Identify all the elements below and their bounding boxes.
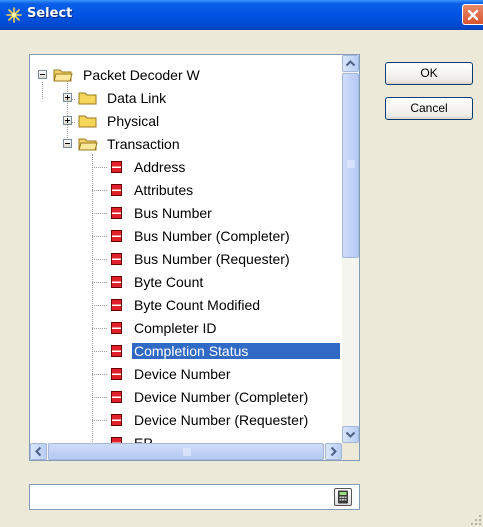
grip-icon bbox=[183, 448, 191, 456]
tree-leaf-label: Byte Count bbox=[134, 274, 204, 290]
chevron-right-icon bbox=[330, 446, 337, 457]
tree-leaf-device-number-requester[interactable]: Device Number (Requester) bbox=[30, 409, 342, 432]
tree-node-label: Data Link bbox=[107, 90, 167, 106]
tree-leaf-bus-number-completer[interactable]: Bus Number (Completer) bbox=[30, 225, 342, 248]
calculator-icon bbox=[338, 490, 348, 504]
chevron-up-icon bbox=[345, 60, 356, 67]
tree-leaf-label: Device Number bbox=[134, 366, 231, 382]
tree-leaf-label: Device Number (Completer) bbox=[134, 389, 309, 405]
tree-leaf-byte-count[interactable]: Byte Count bbox=[30, 271, 342, 294]
field-icon bbox=[111, 345, 122, 357]
field-icon bbox=[111, 161, 122, 173]
chevron-left-icon bbox=[35, 446, 42, 457]
vertical-scroll-thumb[interactable] bbox=[342, 73, 359, 258]
collapse-icon[interactable] bbox=[38, 70, 47, 79]
tree-leaf-completion-status[interactable]: Completion Status bbox=[30, 340, 342, 363]
tree-leaf-completer-id[interactable]: Completer ID bbox=[30, 317, 342, 340]
tree-leaf-attributes[interactable]: Attributes bbox=[30, 179, 342, 202]
tree-leaf-label-selected: Completion Status bbox=[132, 343, 340, 359]
tree-node-physical[interactable]: Physical bbox=[30, 110, 342, 133]
tree-leaf-label: EP bbox=[134, 435, 153, 443]
close-button[interactable] bbox=[462, 4, 483, 25]
tree-leaf-label: Address bbox=[134, 159, 186, 175]
tree-leaf-label: Bus Number (Requester) bbox=[134, 251, 290, 267]
close-icon bbox=[467, 9, 479, 21]
resize-grip-icon[interactable] bbox=[470, 514, 482, 526]
field-icon bbox=[111, 391, 122, 403]
tree-leaf-label: Byte Count Modified bbox=[134, 297, 261, 313]
tree-node-label: Packet Decoder W bbox=[83, 67, 200, 83]
open-folder-icon bbox=[53, 69, 73, 82]
grip-icon bbox=[347, 160, 355, 168]
field-icon bbox=[111, 368, 122, 380]
tree-leaf-byte-count-modified[interactable]: Byte Count Modified bbox=[30, 294, 342, 317]
field-icon bbox=[111, 299, 122, 311]
scroll-left-button[interactable] bbox=[30, 443, 47, 460]
folder-icon bbox=[78, 92, 97, 105]
tree-leaf-label: Attributes bbox=[134, 182, 194, 198]
select-dialog: Select Packet Decoder W Data Link Physic… bbox=[0, 0, 483, 527]
tree-leaf-bus-number[interactable]: Bus Number bbox=[30, 202, 342, 225]
field-icon bbox=[111, 276, 122, 288]
tree-leaf-label: Bus Number bbox=[134, 205, 212, 221]
vertical-scrollbar[interactable] bbox=[342, 55, 359, 443]
tree-leaf-ep[interactable]: EP bbox=[30, 432, 342, 443]
chevron-down-icon bbox=[345, 431, 356, 438]
field-icon bbox=[111, 207, 122, 219]
tree-leaf-label: Device Number (Requester) bbox=[134, 412, 309, 428]
tree-leaf-label: Bus Number (Completer) bbox=[134, 228, 290, 244]
asterisk-app-icon bbox=[6, 7, 22, 23]
expression-field bbox=[29, 484, 360, 510]
folder-icon bbox=[78, 115, 97, 128]
tree-leaf-device-number[interactable]: Device Number bbox=[30, 363, 342, 386]
calculator-button[interactable] bbox=[334, 488, 352, 506]
field-icon bbox=[111, 322, 122, 334]
cancel-button[interactable]: Cancel bbox=[385, 97, 473, 120]
tree-leaf-bus-number-requester[interactable]: Bus Number (Requester) bbox=[30, 248, 342, 271]
window-title: Select bbox=[27, 6, 73, 21]
tree-node-data-link[interactable]: Data Link bbox=[30, 87, 342, 110]
field-icon bbox=[111, 184, 122, 196]
field-icon bbox=[111, 253, 122, 265]
title-bar[interactable]: Select bbox=[0, 0, 483, 30]
tree-node-label: Physical bbox=[107, 113, 160, 129]
open-folder-icon bbox=[78, 138, 98, 151]
scroll-down-button[interactable] bbox=[342, 426, 359, 443]
tree-node-label: Transaction bbox=[107, 136, 180, 152]
field-icon bbox=[111, 414, 122, 426]
expression-input[interactable] bbox=[32, 487, 331, 508]
collapse-icon[interactable] bbox=[63, 139, 72, 148]
tree-leaf-device-number-completer[interactable]: Device Number (Completer) bbox=[30, 386, 342, 409]
scrollbar-corner bbox=[342, 443, 359, 460]
tree-node-transaction[interactable]: Transaction bbox=[30, 133, 342, 156]
expand-icon[interactable] bbox=[63, 93, 72, 102]
scroll-right-button[interactable] bbox=[325, 443, 342, 460]
tree-leaf-address[interactable]: Address bbox=[30, 156, 342, 179]
field-icon bbox=[111, 230, 122, 242]
tree-content: Packet Decoder W Data Link Physical Tran… bbox=[30, 55, 342, 443]
tree-leaf-label: Completer ID bbox=[134, 320, 217, 336]
tree-view[interactable]: Packet Decoder W Data Link Physical Tran… bbox=[29, 54, 360, 461]
expand-icon[interactable] bbox=[63, 116, 72, 125]
horizontal-scrollbar[interactable] bbox=[30, 443, 342, 460]
scroll-up-button[interactable] bbox=[342, 55, 359, 72]
horizontal-scroll-thumb[interactable] bbox=[48, 443, 324, 460]
tree-node-root[interactable]: Packet Decoder W bbox=[30, 64, 342, 87]
ok-button[interactable]: OK bbox=[385, 62, 473, 85]
